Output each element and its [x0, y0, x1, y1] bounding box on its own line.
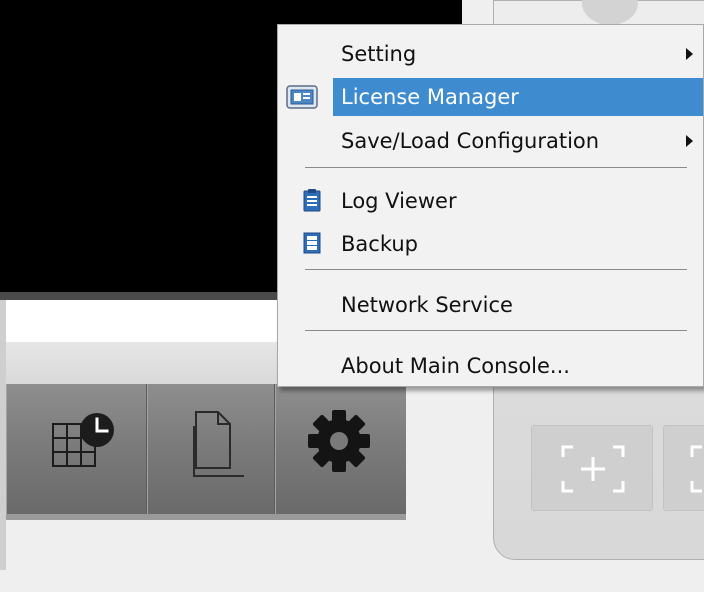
menu-separator	[305, 330, 687, 331]
menu-item-label: Log Viewer	[341, 189, 457, 213]
menu-item-backup[interactable]: Backup	[278, 225, 703, 263]
menu-item-save-load-configuration[interactable]: Save/Load Configuration	[278, 122, 703, 160]
schedule-grid-clock-icon	[52, 413, 114, 467]
panel-decoration	[582, 0, 638, 25]
menu-item-label: License Manager	[341, 85, 519, 109]
gear-icon	[308, 410, 370, 472]
view-frame-icon	[690, 445, 702, 493]
schedule-button[interactable]	[6, 384, 147, 514]
menu-item-label: Network Service	[341, 293, 513, 317]
menu-item-log-viewer[interactable]: Log Viewer	[278, 182, 703, 220]
submenu-arrow-icon	[686, 135, 693, 147]
menu-item-label: About Main Console...	[341, 354, 570, 378]
view-frame-button[interactable]	[663, 425, 704, 511]
backup-icon	[303, 232, 321, 254]
add-view-icon	[561, 445, 625, 493]
license-card-icon	[286, 85, 318, 109]
status-strip	[0, 592, 704, 602]
menu-item-label: Setting	[341, 42, 417, 66]
bottom-toolbar	[6, 384, 406, 514]
context-menu: Setting License Manager Save/Load Config…	[277, 24, 704, 387]
copy-button[interactable]	[147, 384, 275, 514]
menu-item-setting[interactable]: Setting	[278, 35, 703, 73]
menu-item-license-manager[interactable]: License Manager	[278, 78, 703, 116]
menu-separator	[305, 167, 687, 168]
settings-button[interactable]	[275, 384, 406, 514]
menu-item-about-main-console[interactable]: About Main Console...	[278, 347, 703, 385]
add-view-button[interactable]	[531, 425, 653, 511]
menu-item-label: Backup	[341, 232, 418, 256]
menu-separator	[305, 269, 687, 270]
menu-item-label: Save/Load Configuration	[341, 129, 600, 153]
submenu-arrow-icon	[686, 48, 693, 60]
copy-document-icon	[193, 411, 244, 477]
toolbar-shadow	[6, 514, 406, 520]
clipboard-icon	[303, 189, 321, 212]
menu-item-network-service[interactable]: Network Service	[278, 286, 703, 324]
